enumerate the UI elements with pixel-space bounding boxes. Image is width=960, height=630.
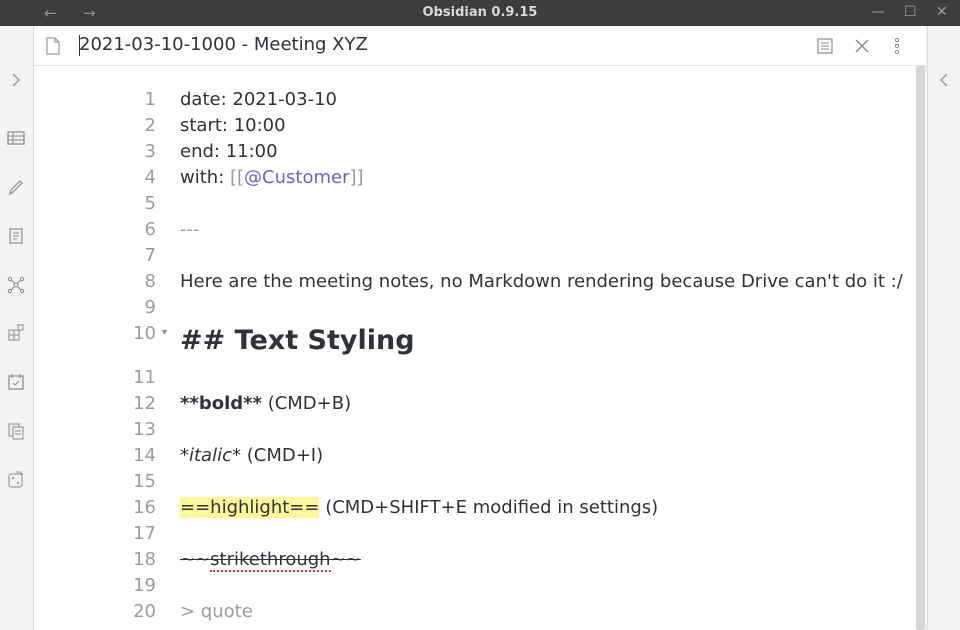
line-number: 2: [144, 115, 156, 136]
shortcut-text: (CMD+SHIFT+E modified in settings): [319, 497, 659, 518]
line-number: 4: [144, 167, 156, 188]
pane-header: 2021-03-10-1000 - Meeting XYZ: [34, 26, 926, 66]
misspelled-word[interactable]: strikethrough: [210, 549, 331, 572]
editor-pane: 2021-03-10-1000 - Meeting XYZ 1 date: 20…: [34, 26, 926, 630]
expand-sidebar-icon[interactable]: [6, 70, 26, 90]
editor-line[interactable]: 2 start: 10:00: [68, 113, 908, 139]
right-ribbon: [927, 26, 960, 630]
line-number: 10: [133, 323, 156, 344]
close-window-button[interactable]: ✕: [936, 3, 948, 21]
line-number: 9: [144, 297, 156, 318]
editor-line[interactable]: 9: [68, 295, 908, 321]
editor-line[interactable]: 3 end: 11:00: [68, 139, 908, 165]
editor-line[interactable]: 17: [68, 521, 908, 547]
strike-marker-open: ~~: [180, 549, 211, 570]
strikethrough-text[interactable]: ~~strikethrough~~: [180, 547, 361, 573]
scrollbar-thumb[interactable]: [916, 66, 925, 630]
line-text[interactable]: Here are the meeting notes, no Markdown …: [180, 269, 903, 295]
line-number: 8: [144, 271, 156, 292]
horizontal-rule-text[interactable]: ---: [180, 217, 200, 243]
close-pane-icon[interactable]: [852, 36, 872, 56]
line-text[interactable]: ==highlight== (CMD+SHIFT+E modified in s…: [180, 495, 658, 521]
editor-line-heading[interactable]: 10 ▾ ## Text Styling: [68, 321, 908, 361]
line-text[interactable]: **bold** (CMD+B): [180, 391, 351, 417]
graph-icon[interactable]: [6, 275, 26, 295]
line-text[interactable]: *italic* (CMD+I): [180, 443, 323, 469]
text-prefix: with:: [180, 167, 230, 188]
editor-line[interactable]: 11: [68, 365, 908, 391]
text-cursor: [79, 35, 80, 56]
editor-line[interactable]: 18 ~~strikethrough~~: [68, 547, 908, 573]
editor-line[interactable]: 1 date: 2021-03-10: [68, 87, 908, 113]
editor-line[interactable]: 16 ==highlight== (CMD+SHIFT+E modified i…: [68, 495, 908, 521]
line-text[interactable]: with: [[@Customer]]: [180, 165, 364, 191]
line-number: 5: [144, 193, 156, 214]
line-number: 18: [133, 549, 156, 570]
collapse-right-sidebar-icon[interactable]: [935, 70, 953, 90]
table-icon[interactable]: [6, 128, 26, 148]
window-title: Obsidian 0.9.15: [422, 5, 538, 20]
line-number: 12: [133, 393, 156, 414]
editor-line[interactable]: 6 ---: [68, 217, 908, 243]
line-number: 13: [133, 419, 156, 440]
editor-line[interactable]: 5: [68, 191, 908, 217]
quote-text[interactable]: > quote: [180, 599, 253, 625]
left-ribbon: [0, 26, 34, 630]
note-title[interactable]: 2021-03-10-1000 - Meeting XYZ: [79, 34, 368, 56]
template-icon[interactable]: [6, 226, 26, 246]
preview-mode-icon[interactable]: [815, 36, 835, 56]
heading-text[interactable]: ## Text Styling: [180, 323, 415, 359]
line-number: 6: [144, 219, 156, 240]
more-options-icon[interactable]: [887, 36, 907, 56]
editor-line[interactable]: 8 Here are the meeting notes, no Markdow…: [68, 269, 908, 295]
link-bracket-open: [[: [229, 167, 245, 188]
editor-line[interactable]: 13: [68, 417, 908, 443]
blocks-icon[interactable]: [6, 323, 26, 343]
line-number: 7: [144, 245, 156, 266]
editor-line[interactable]: 14 *italic* (CMD+I): [68, 443, 908, 469]
italic-text: *italic*: [180, 445, 241, 466]
editor-line[interactable]: 4 with: [[@Customer]]: [68, 165, 908, 191]
editor-line[interactable]: 20 > quote: [68, 599, 908, 625]
minimize-button[interactable]: —: [871, 3, 885, 21]
line-number: 3: [144, 141, 156, 162]
fold-toggle-icon[interactable]: ▾: [162, 327, 167, 338]
highlight-text: ==highlight==: [180, 497, 320, 518]
line-number: 14: [133, 445, 156, 466]
line-text[interactable]: start: 10:00: [180, 113, 286, 139]
internal-link[interactable]: @Customer: [244, 167, 349, 188]
title-bar: ← → Obsidian 0.9.15 — ☐ ✕: [0, 0, 960, 26]
editor-line[interactable]: 15: [68, 469, 908, 495]
file-icon: [44, 36, 62, 56]
bold-text: **bold**: [180, 393, 262, 414]
line-number: 15: [133, 471, 156, 492]
link-bracket-close: ]]: [349, 167, 364, 188]
line-number: 16: [133, 497, 156, 518]
calendar-icon[interactable]: [6, 372, 26, 392]
line-number: 17: [133, 523, 156, 544]
editor-line[interactable]: 12 **bold** (CMD+B): [68, 391, 908, 417]
line-number: 19: [133, 575, 156, 596]
shortcut-text: (CMD+B): [261, 393, 352, 414]
line-text[interactable]: end: 11:00: [180, 139, 278, 165]
line-number: 20: [133, 601, 156, 622]
maximize-button[interactable]: ☐: [904, 3, 917, 21]
editor-line[interactable]: 7: [68, 243, 908, 269]
line-text[interactable]: date: 2021-03-10: [180, 87, 337, 113]
editor-line[interactable]: 19: [68, 573, 908, 599]
dice-icon[interactable]: [6, 470, 26, 490]
copy-documents-icon[interactable]: [6, 421, 26, 441]
line-number: 11: [133, 367, 156, 388]
shortcut-text: (CMD+I): [241, 445, 324, 466]
strike-marker-close: ~~: [330, 549, 361, 570]
pencil-icon[interactable]: [6, 177, 26, 197]
line-number: 1: [144, 89, 156, 110]
